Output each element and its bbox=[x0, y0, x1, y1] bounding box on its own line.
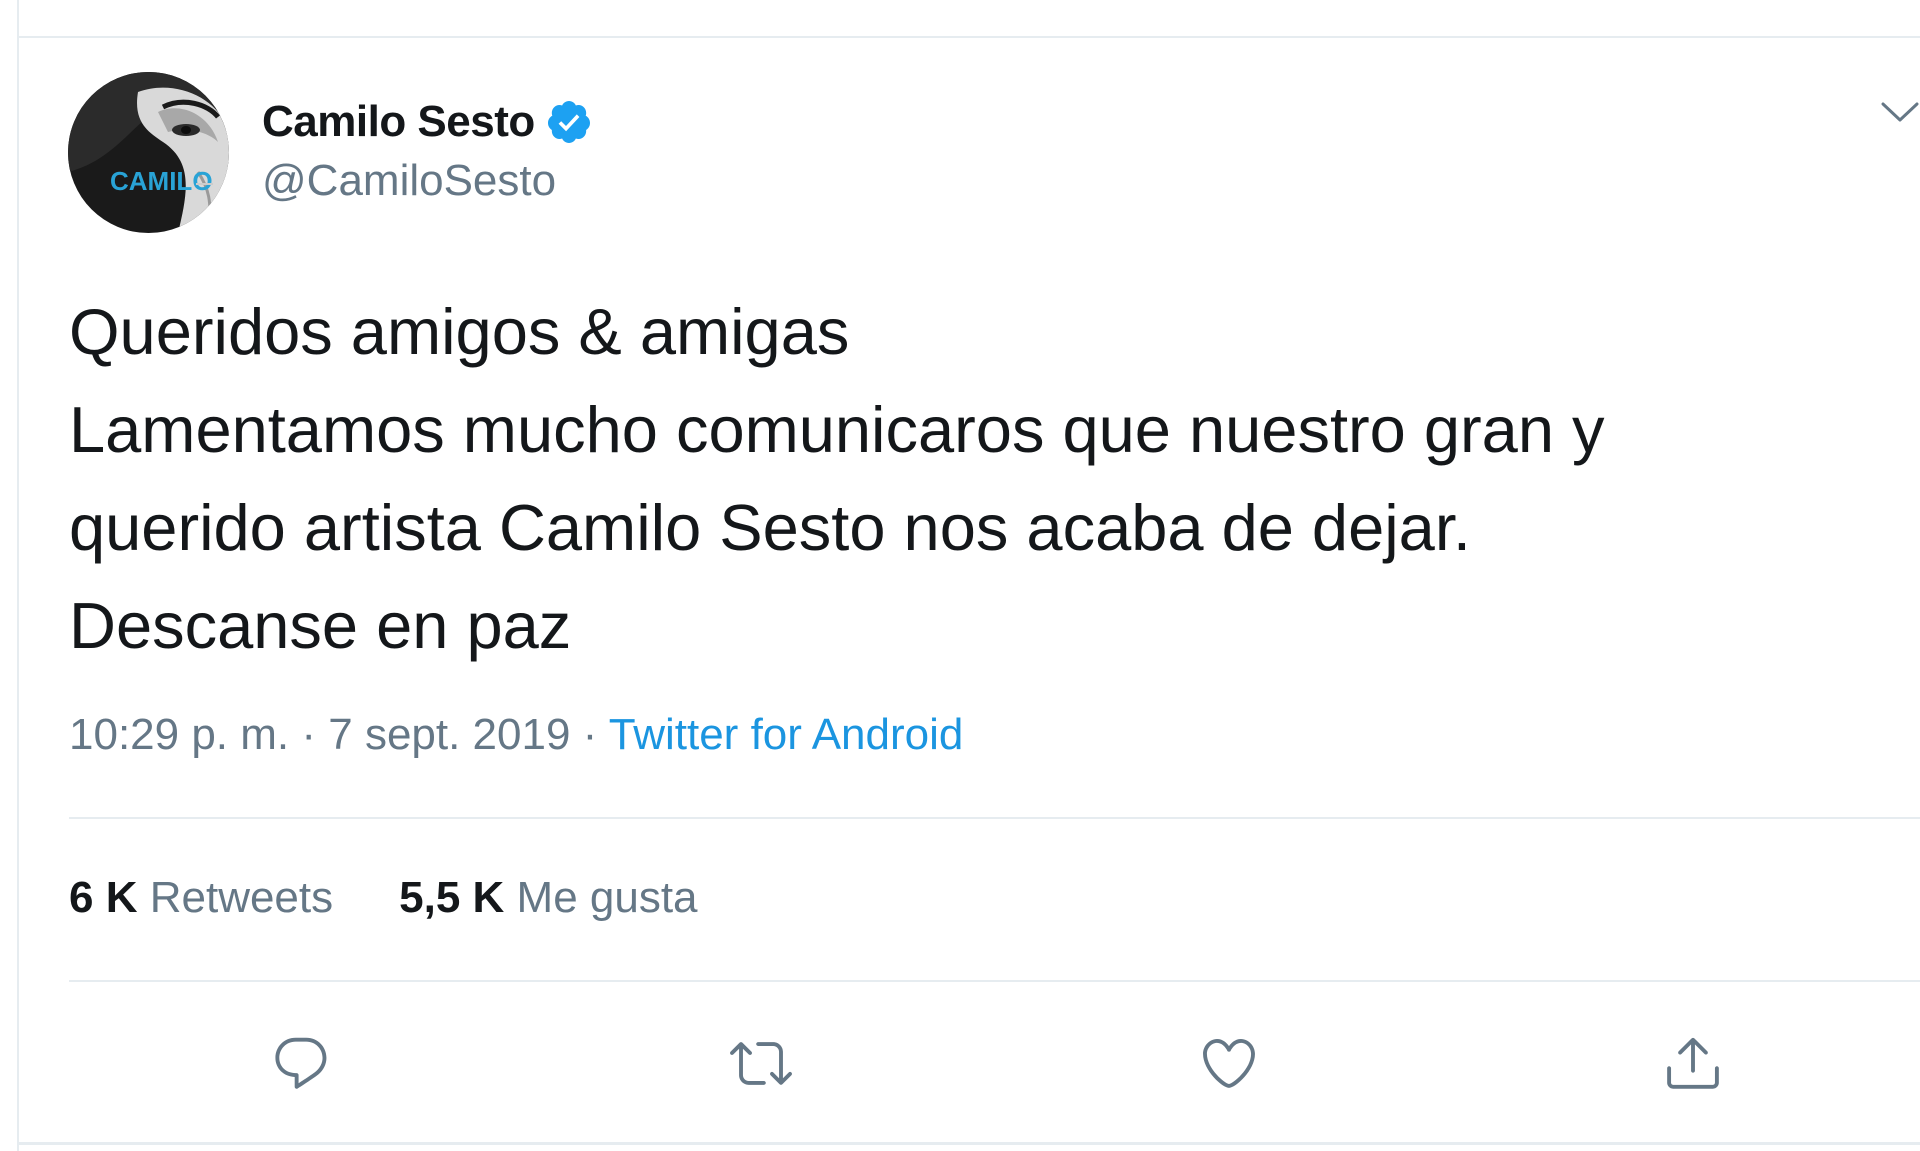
likes-stat[interactable]: 5,5 K Me gusta bbox=[399, 873, 697, 923]
reply-icon bbox=[275, 1037, 327, 1089]
avatar-image: CAMILO bbox=[68, 72, 229, 233]
retweets-count: 6 K bbox=[69, 873, 138, 922]
user-name-row[interactable]: Camilo Sesto bbox=[262, 94, 593, 150]
meta-separator: · bbox=[289, 710, 329, 759]
reply-button[interactable] bbox=[268, 1032, 334, 1094]
share-icon bbox=[1667, 1037, 1719, 1089]
retweets-label: Retweets bbox=[149, 873, 334, 922]
meta-separator: · bbox=[570, 710, 609, 759]
display-name[interactable]: Camilo Sesto bbox=[262, 97, 535, 147]
tweet-date[interactable]: 7 sept. 2019 bbox=[328, 710, 570, 759]
like-icon bbox=[1203, 1039, 1255, 1088]
divider bbox=[69, 980, 1920, 982]
retweet-button[interactable] bbox=[728, 1032, 794, 1094]
like-button[interactable] bbox=[1196, 1032, 1262, 1094]
retweet-icon bbox=[730, 1042, 792, 1085]
avatar[interactable]: CAMILO bbox=[68, 72, 229, 233]
tweet-line: Queridos amigos & amigas bbox=[69, 295, 850, 368]
tweet-metadata: 10:29 p. m. · 7 sept. 2019 · Twitter for… bbox=[69, 710, 963, 760]
likes-label: Me gusta bbox=[516, 873, 698, 922]
tweet-source-link[interactable]: Twitter for Android bbox=[609, 710, 964, 759]
share-button[interactable] bbox=[1660, 1032, 1726, 1094]
tweet-time[interactable]: 10:29 p. m. bbox=[69, 710, 289, 759]
user-handle[interactable]: @CamiloSesto bbox=[262, 156, 556, 206]
tweet-text: Queridos amigos & amigas Lamentamos much… bbox=[69, 283, 1889, 675]
bottom-divider bbox=[19, 1142, 1920, 1145]
tweet-line: Descanse en paz bbox=[69, 589, 572, 662]
avatar-text: CAMILO bbox=[110, 166, 213, 196]
tweet-line: querido artista Camilo Sesto nos acaba d… bbox=[69, 491, 1471, 564]
tweet-page: CAMILO Camilo Sesto @CamiloSesto Querido… bbox=[0, 0, 1920, 1151]
chevron-down-icon[interactable] bbox=[1880, 96, 1920, 126]
tweet-line: Lamentamos mucho comunicaros que nuestro… bbox=[69, 393, 1605, 466]
divider bbox=[69, 817, 1920, 819]
verified-badge-icon bbox=[547, 101, 590, 143]
likes-count: 5,5 K bbox=[399, 873, 505, 922]
top-divider bbox=[19, 36, 1920, 38]
left-border bbox=[17, 0, 19, 1151]
retweets-stat[interactable]: 6 K Retweets bbox=[69, 873, 333, 923]
tweet-stats: 6 K Retweets 5,5 K Me gusta bbox=[69, 873, 764, 923]
